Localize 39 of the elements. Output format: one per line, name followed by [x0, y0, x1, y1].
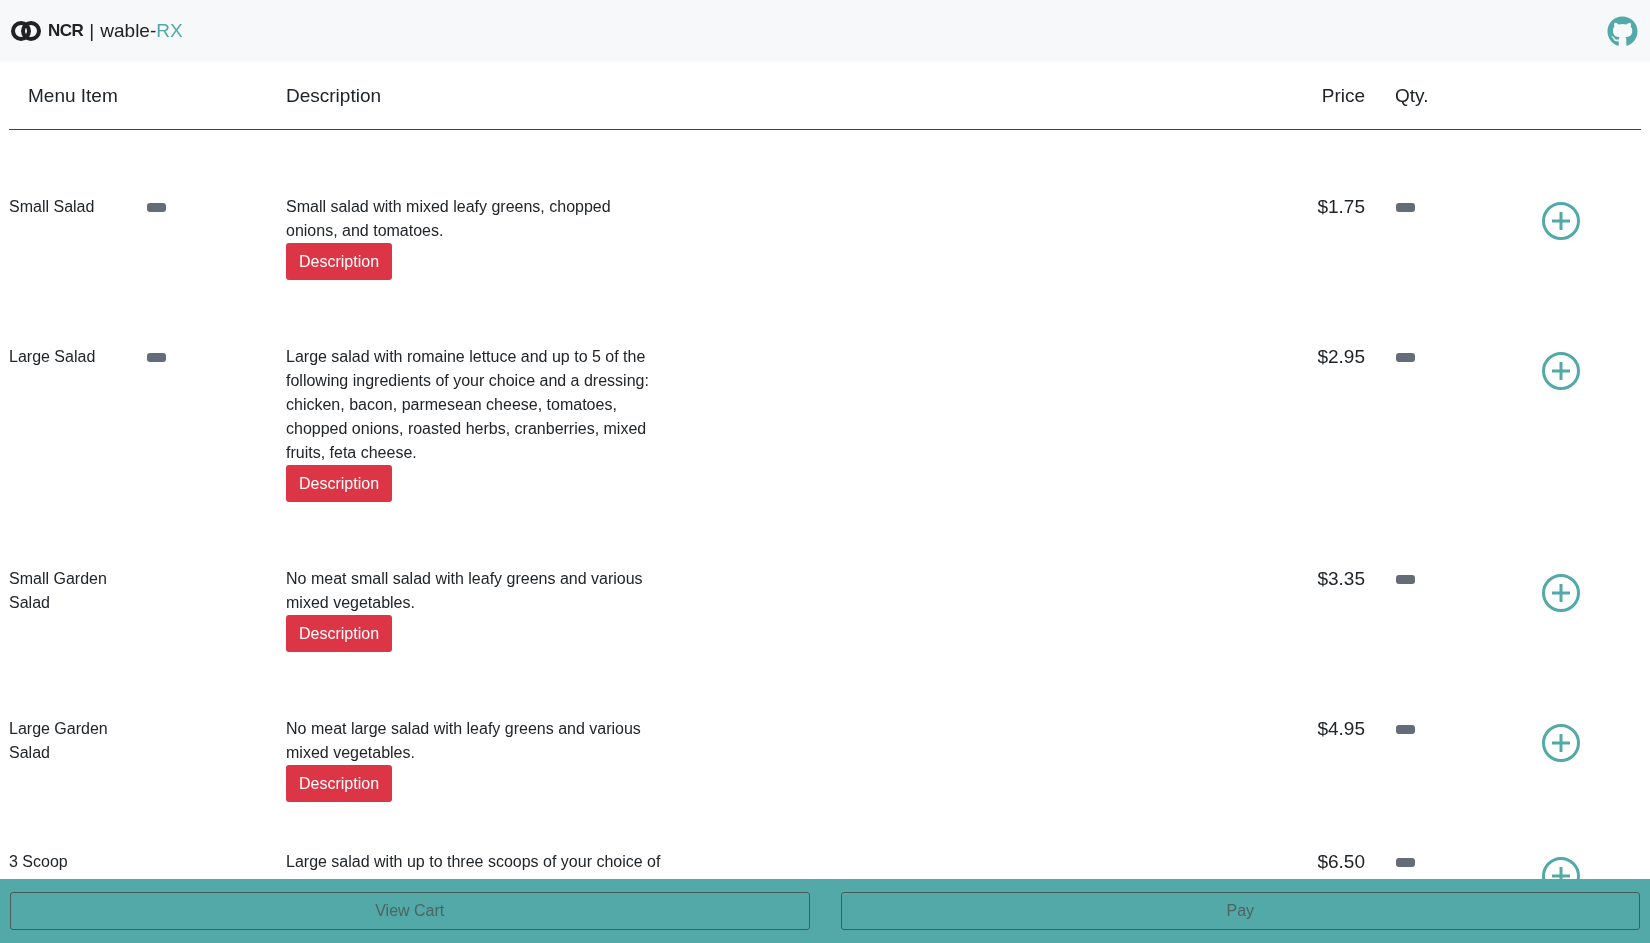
- column-header: Description: [286, 84, 382, 107]
- item-price: $4.95: [1317, 717, 1366, 741]
- item-description: Large salad with romaine lettuce and up to 5 of the following ingredients of your choice and a dressing: chicken, bacon, parmesean cheese, tomatoes, chopped onions, roasted herbs, cranberries, mixed fruits, feta cheese.: [286, 347, 650, 463]
- quantity-badge: [1396, 203, 1415, 212]
- item-price: $2.95: [1317, 345, 1366, 369]
- item-price: $6.50: [1317, 850, 1366, 874]
- logo-text: NCR: [48, 21, 84, 41]
- separator: |: [89, 20, 95, 42]
- item-name: 3 Scoop: [9, 852, 69, 872]
- description-button[interactable]: Description: [286, 765, 393, 802]
- quantity-badge: [1396, 725, 1415, 734]
- item-name: Large Salad: [9, 347, 97, 367]
- item-description: No meat large salad with leafy greens and various mixed vegetables.: [286, 719, 642, 763]
- item-name: Small Garden Salad: [9, 569, 108, 613]
- quantity-badge: [1396, 353, 1415, 362]
- column-header: Menu Item: [27, 84, 118, 107]
- item-price: $1.75: [1317, 195, 1366, 219]
- footer-button[interactable]: View Cart: [10, 892, 810, 930]
- item-name: Small Salad: [9, 197, 96, 217]
- add-icon[interactable]: [1540, 351, 1581, 391]
- description-button[interactable]: Description: [286, 243, 393, 280]
- quantity-badge: [1396, 575, 1415, 584]
- column-header: Qty.: [1394, 84, 1429, 107]
- item-description: Large salad with up to three scoops of your choice of: [286, 852, 661, 872]
- item-price: $3.35: [1317, 567, 1366, 591]
- github-icon[interactable]: [1607, 15, 1638, 47]
- footer-button[interactable]: Pay: [840, 892, 1640, 930]
- add-icon[interactable]: [1540, 201, 1581, 241]
- add-icon[interactable]: [1540, 723, 1581, 763]
- quantity-badge: [1396, 858, 1415, 867]
- description-button[interactable]: Description: [286, 615, 393, 652]
- item-name: Large Garden Salad: [9, 719, 109, 763]
- app-name: wable-RX: [100, 20, 183, 42]
- item-description: Small salad with mixed leafy greens, chopped onions, and tomatoes.: [286, 197, 612, 241]
- item-description: No meat small salad with leafy greens and various mixed vegetables.: [286, 569, 644, 613]
- description-button[interactable]: Description: [286, 465, 393, 502]
- add-icon[interactable]: [1540, 573, 1581, 613]
- column-header: Price: [1321, 84, 1366, 107]
- logo-icon: [10, 20, 42, 42]
